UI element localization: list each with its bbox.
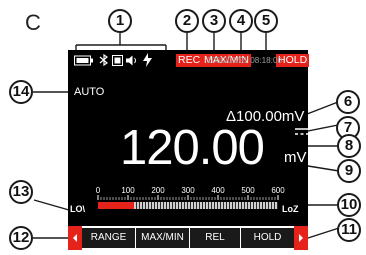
bar-graph-segment	[182, 202, 185, 209]
lightning-icon	[143, 53, 152, 67]
bar-graph-segment	[134, 202, 137, 209]
lo-indicator: LO\	[70, 204, 85, 214]
bar-graph-segment	[140, 202, 143, 209]
bar-graph-segment	[221, 202, 224, 209]
bar-graph-tick-label: 400	[211, 186, 225, 195]
softkey-range[interactable]: RANGE	[82, 228, 135, 248]
bar-graph-segment	[227, 202, 230, 209]
softkey-rel[interactable]: REL	[190, 228, 240, 248]
rec-indicator: REC	[176, 54, 203, 67]
bar-graph-segment	[269, 202, 272, 209]
bar-graph-segment	[188, 202, 191, 209]
softkey-maxmin[interactable]: MAX/MIN	[136, 228, 189, 248]
bar-graph-segment	[248, 202, 251, 209]
bar-graph-segment	[257, 202, 260, 209]
bar-graph-segment	[218, 202, 221, 209]
bar-graph-segment	[266, 202, 269, 209]
callout-5: 5	[254, 9, 278, 33]
bar-graph-segment	[191, 202, 194, 209]
bar-graph-segment	[152, 202, 155, 209]
bar-graph-segment	[185, 202, 188, 209]
bar-graph-segment	[158, 202, 161, 209]
meter-screen: REC MAX/MIN HOLD 2000/01/01 08:18:00 AUT…	[68, 50, 310, 250]
scroll-left-button[interactable]	[68, 226, 82, 250]
bar-graph-segment	[239, 202, 242, 209]
bar-graph-segment	[263, 202, 266, 209]
bar-graph-segment	[149, 202, 152, 209]
datetime-display: 2000/01/01 08:18:00	[207, 56, 283, 65]
bar-graph-segment	[209, 202, 212, 209]
panel-label: C	[25, 10, 41, 35]
bar-graph-tick-label: 200	[151, 186, 165, 195]
bar-graph-segment	[254, 202, 257, 209]
callout-13: 13	[9, 180, 33, 204]
bar-graph-segment	[275, 202, 278, 209]
bar-graph-segment	[224, 202, 227, 209]
bar-graph-segment	[137, 202, 140, 209]
arrow-right-icon	[299, 234, 303, 242]
softkey-hold[interactable]: HOLD	[241, 228, 294, 248]
bar-graph-tick-label: 500	[241, 186, 255, 195]
bar-graph-segment	[200, 202, 203, 209]
reading-unit: mV	[284, 149, 307, 166]
bar-graph-segment	[170, 202, 173, 209]
bar-graph-segment	[233, 202, 236, 209]
bar-graph-segment	[230, 202, 233, 209]
bar-graph-segment	[143, 202, 146, 209]
scroll-right-button[interactable]	[294, 226, 308, 250]
bluetooth-icon	[99, 54, 108, 66]
bar-graph-segment	[164, 202, 167, 209]
bar-graph-segment	[251, 202, 254, 209]
callout-12: 12	[9, 226, 33, 250]
speaker-icon	[126, 55, 136, 66]
bar-graph-segment	[203, 202, 206, 209]
callout-10: 10	[337, 193, 361, 217]
memory-icon	[112, 55, 123, 66]
bar-graph-segment	[260, 202, 263, 209]
callout-2: 2	[175, 9, 199, 33]
bar-graph-fill	[98, 202, 134, 209]
callout-9: 9	[337, 159, 361, 183]
bar-graph-segment	[206, 202, 209, 209]
main-reading: 120.00	[120, 121, 265, 175]
bar-graph-segment	[176, 202, 179, 209]
callout-1: 1	[108, 9, 132, 33]
bar-graph-segment	[167, 202, 170, 209]
callout-14: 14	[9, 80, 33, 104]
bar-graph-segment	[242, 202, 245, 209]
bar-graph-tick-label: 600	[271, 186, 285, 195]
arrow-left-icon	[73, 234, 77, 242]
bar-graph: 0 100 200 300 400 500 600 LO\ LoZ	[70, 186, 299, 214]
bar-graph-segment	[212, 202, 215, 209]
callout-3: 3	[202, 9, 226, 33]
bar-graph-segment	[215, 202, 218, 209]
bar-graph-tick-label: 0	[96, 186, 101, 195]
bar-graph-segment	[179, 202, 182, 209]
bar-graph-segment	[272, 202, 275, 209]
bar-graph-segment	[245, 202, 248, 209]
softkey-bar: RANGE MAX/MIN REL HOLD	[68, 226, 308, 250]
loz-indicator: LoZ	[282, 204, 299, 214]
callout-11: 11	[337, 218, 361, 242]
dc-symbol-icon	[295, 128, 309, 135]
bar-graph-segment	[161, 202, 164, 209]
callout-6: 6	[336, 90, 360, 114]
bar-graph-segment	[173, 202, 176, 209]
bar-graph-segment	[146, 202, 149, 209]
bar-graph-segment	[236, 202, 239, 209]
battery-icon	[74, 55, 93, 66]
range-mode: AUTO	[74, 86, 105, 98]
callout-8: 8	[337, 134, 361, 158]
bar-graph-segment	[197, 202, 200, 209]
callout-4: 4	[229, 9, 253, 33]
bar-graph-segment	[155, 202, 158, 209]
bar-graph-tick-label: 100	[121, 186, 135, 195]
bar-graph-segment	[194, 202, 197, 209]
bar-graph-tick-label: 300	[181, 186, 195, 195]
